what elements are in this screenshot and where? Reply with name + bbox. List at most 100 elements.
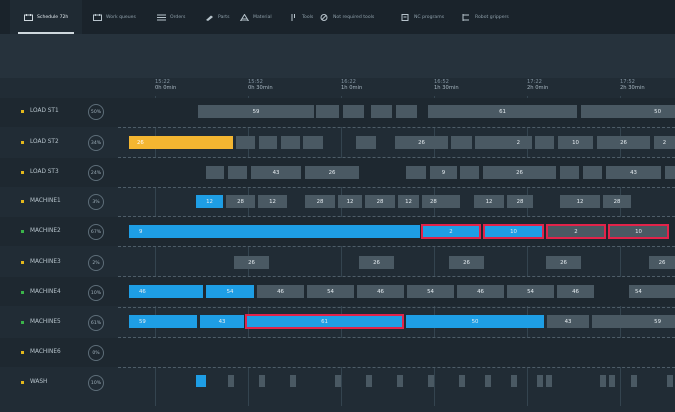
job-block-selected[interactable]: 10 (483, 224, 544, 239)
tab-schedule-72h[interactable]: Schedule 72h (10, 0, 83, 34)
job-block[interactable]: 26 (546, 256, 581, 269)
job-block[interactable]: 26 (305, 166, 359, 179)
job-block[interactable] (397, 375, 403, 387)
job-block[interactable]: 59 (129, 315, 197, 328)
job-block[interactable]: 2 (475, 136, 532, 149)
job-block[interactable]: 59 (198, 105, 314, 118)
job-block[interactable]: 26 (395, 136, 448, 149)
gripper-icon (462, 13, 469, 21)
job-block[interactable]: 43 (251, 166, 301, 179)
job-block[interactable]: 26 (449, 256, 484, 269)
job-block[interactable]: 12 (338, 195, 362, 208)
job-block[interactable] (281, 136, 300, 149)
job-block[interactable]: 54 (629, 285, 675, 298)
job-block[interactable]: 43 (547, 315, 589, 328)
job-block[interactable]: 54 (206, 285, 254, 298)
job-block[interactable] (356, 136, 376, 149)
job-block[interactable]: 46 (129, 285, 203, 298)
job-block[interactable] (665, 166, 675, 179)
job-block[interactable]: 12 (560, 195, 600, 208)
job-block[interactable]: 28 (603, 195, 631, 208)
job-block[interactable] (451, 136, 472, 149)
job-block[interactable] (303, 136, 323, 149)
job-block[interactable] (609, 375, 615, 387)
job-block[interactable] (335, 375, 341, 387)
job-block[interactable]: 12 (196, 195, 223, 208)
job-block[interactable] (316, 105, 339, 118)
job-block[interactable] (290, 375, 296, 387)
job-block[interactable]: 28 (226, 195, 255, 208)
utilization-gauge: 3% (88, 194, 104, 210)
job-block-selected[interactable]: 61 (245, 314, 404, 329)
job-block[interactable] (560, 166, 579, 179)
job-block-selected[interactable]: 2 (421, 224, 481, 239)
job-block[interactable] (343, 105, 364, 118)
job-block[interactable] (396, 105, 417, 118)
job-block[interactable] (259, 136, 277, 149)
row-separator (118, 307, 675, 308)
job-block[interactable] (459, 375, 465, 387)
job-block[interactable] (460, 166, 479, 179)
job-block[interactable]: 54 (407, 285, 454, 298)
job-block[interactable]: 46 (257, 285, 304, 298)
tab-not-required-tools[interactable]: Not required tools (320, 0, 374, 34)
job-block[interactable]: 26 (129, 136, 233, 149)
job-block-selected[interactable]: 10 (608, 224, 669, 239)
job-block[interactable]: 9 (430, 166, 457, 179)
job-block[interactable]: 26 (234, 256, 269, 269)
tab-robot-grippers[interactable]: Robot grippers (462, 0, 509, 34)
job-block[interactable]: 10 (558, 136, 593, 149)
job-block[interactable] (485, 375, 491, 387)
job-block[interactable] (428, 375, 434, 387)
job-block[interactable] (546, 375, 552, 387)
job-block[interactable] (511, 375, 517, 387)
job-block[interactable]: 43 (200, 315, 244, 328)
job-block[interactable]: 12 (474, 195, 504, 208)
job-block[interactable]: 59 (592, 315, 675, 328)
tab-material[interactable]: Material (240, 0, 272, 34)
job-block[interactable] (228, 375, 234, 387)
job-block[interactable]: 61 (428, 105, 577, 118)
job-block[interactable]: 43 (606, 166, 661, 179)
job-block[interactable]: 26 (483, 166, 556, 179)
job-block[interactable]: 46 (457, 285, 504, 298)
job-block[interactable]: 26 (597, 136, 650, 149)
calendar-icon (93, 13, 102, 21)
job-block[interactable]: 26 (649, 256, 675, 269)
job-block[interactable]: 46 (557, 285, 594, 298)
job-block[interactable]: 2 (654, 136, 675, 149)
job-block[interactable]: 28 (422, 195, 460, 208)
job-block[interactable] (600, 375, 606, 387)
job-block[interactable]: 28 (365, 195, 395, 208)
tab-nc-programs[interactable]: NC programs (401, 0, 444, 34)
job-block[interactable] (537, 375, 543, 387)
job-block[interactable] (371, 105, 392, 118)
job-block[interactable] (196, 375, 206, 387)
job-block[interactable]: 50 (406, 315, 544, 328)
tab-tools[interactable]: Tools (289, 0, 313, 34)
job-block[interactable]: 28 (305, 195, 335, 208)
tab-parts[interactable]: Parts (205, 0, 229, 34)
job-block-selected[interactable]: 2 (546, 224, 606, 239)
job-block[interactable]: 12 (258, 195, 287, 208)
job-block[interactable] (228, 166, 247, 179)
job-block[interactable] (667, 375, 673, 387)
job-block[interactable]: 12 (398, 195, 419, 208)
job-block[interactable]: 50 (581, 105, 675, 118)
job-block[interactable] (535, 136, 554, 149)
tab-work-queues[interactable]: Work queues (93, 0, 136, 34)
job-block[interactable]: 9 (129, 225, 420, 238)
job-block[interactable] (631, 375, 637, 387)
job-block[interactable]: 54 (307, 285, 354, 298)
job-block[interactable]: 26 (359, 256, 394, 269)
job-block[interactable]: 28 (507, 195, 533, 208)
job-block[interactable] (236, 136, 255, 149)
job-block[interactable] (366, 375, 372, 387)
job-block[interactable]: 54 (507, 285, 554, 298)
job-block[interactable] (406, 166, 426, 179)
job-block[interactable] (583, 166, 602, 179)
job-block[interactable]: 46 (357, 285, 404, 298)
job-block[interactable] (259, 375, 265, 387)
tab-orders[interactable]: Orders (157, 0, 185, 34)
job-block[interactable] (206, 166, 224, 179)
